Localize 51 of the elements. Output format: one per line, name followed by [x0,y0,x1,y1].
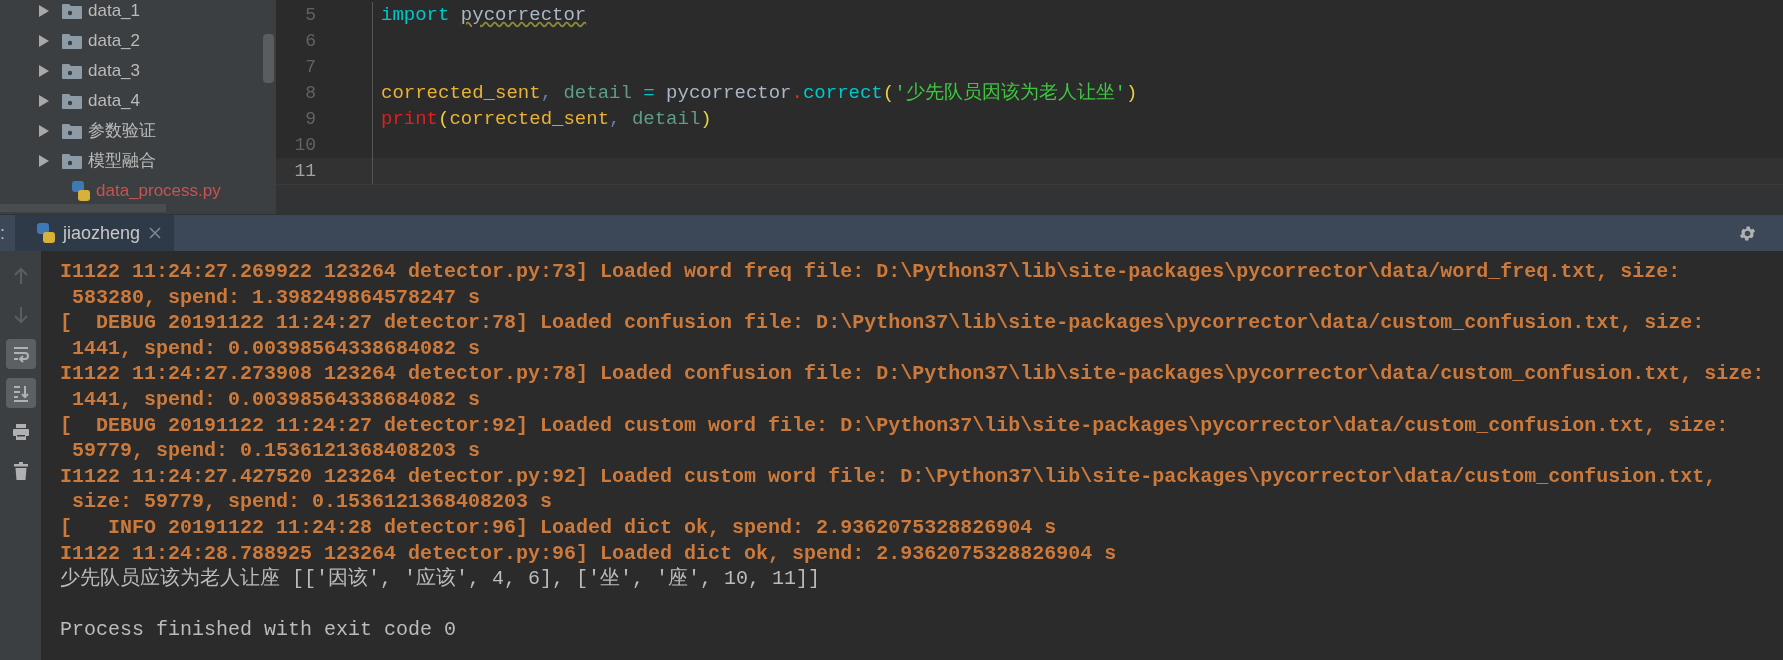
expand-arrow-icon[interactable] [38,125,50,137]
console-line: [ DEBUG 20191122 11:24:27 detector:92] Loaded custom word file: D:\Python37\lib\site-packages\pycorrector\data/custom_confusion.txt, size: [60,412,1730,439]
close-icon[interactable] [148,226,163,240]
code-line: print(corrected_sent, detail) [381,106,712,132]
folder-icon [62,3,82,19]
toolbar-button[interactable] [5,339,36,369]
folder-icon [62,123,82,139]
tree-item[interactable]: 模型融合 [88,148,156,174]
expand-arrow-icon[interactable] [38,95,50,107]
folder-icon [62,153,82,169]
console-line: 583280, spend: 1.398249864578247 s [71,284,482,311]
console-line: [ DEBUG 20191122 11:24:27 detector:78] Loaded confusion file: D:\Python37\lib\site-packages\pycorrector\data/custom_confusion.txt, size: [60,310,1706,336]
tree-item[interactable]: data_3 [88,58,140,84]
code-line: corrected_sent, detail = pycorrector.correct('少先队员因该为老人让坐') [381,80,1138,106]
panel-label: : [0,222,6,245]
scrollbar-thumb[interactable] [263,34,274,83]
folder-icon [62,63,82,79]
python-file-icon [72,181,90,201]
console-line: I1122 11:24:27.427520 123264 detector.py:92] Loaded custom word file: D:\Python37\lib\site-packages\pycorrector\data/custom_confusion.txt, [60,463,1718,490]
toolbar-button[interactable] [5,378,36,408]
console-line: 1441, spend: 0.00398564338684082 s [71,335,482,362]
expand-arrow-icon[interactable] [38,155,50,167]
console-line: Process finished with exit code 0 [60,617,458,643]
folder-icon [62,93,82,109]
console-line: 59779, spend: 0.1536121368408203 s [71,438,482,464]
line-number: 11 [293,159,316,183]
code-line: import pycorrector [381,2,587,28]
line-number: 8 [304,81,316,105]
python-icon [37,223,55,243]
console-line: I1122 11:24:27.273908 123264 detector.py:78] Loaded confusion file: D:\Python37\lib\site-packages\pycorrector\data/custom_confusion.txt, size: [60,361,1766,387]
tree-item[interactable]: 参数验证 [88,118,156,144]
line-number: 5 [304,3,316,27]
expand-arrow-icon[interactable] [38,65,50,77]
console-line: I1122 11:24:28.788925 123264 detector.py:96] Loaded dict ok, spend: 2.9362075328826904 s [60,540,1118,567]
console-line: size: 59779, spend: 0.1536121368408203 s [71,489,554,515]
line-number: 7 [304,55,316,79]
console-line: [ INFO 20191122 11:24:28 detector:96] Loaded dict ok, spend: 2.9362075328826904 s [60,514,1058,541]
line-number: 9 [304,107,316,131]
line-number: 6 [304,29,316,53]
console-line: 1441, spend: 0.00398564338684082 s [71,386,482,413]
tree-item[interactable]: data_2 [88,28,140,54]
tree-item[interactable]: data_1 [88,0,140,24]
expand-arrow-icon[interactable] [38,35,50,47]
expand-arrow-icon[interactable] [38,5,50,17]
run-tab[interactable]: jiaozheng [15,215,175,251]
printer-icon [10,422,31,442]
folder-icon [62,33,82,49]
console-line: I1122 11:24:27.269922 123264 detector.py:73] Loaded word freq file: D:\Python37\lib\site-packages\pycorrector\data/word_freq.txt, size: [60,259,1682,285]
line-number: 10 [293,133,316,157]
console-line: 少先队员应该为老人让座 [['因该', '应该', 4, 6], ['坐', '座', 10, 11]] [60,566,822,592]
tree-item[interactable]: data_4 [88,88,140,114]
